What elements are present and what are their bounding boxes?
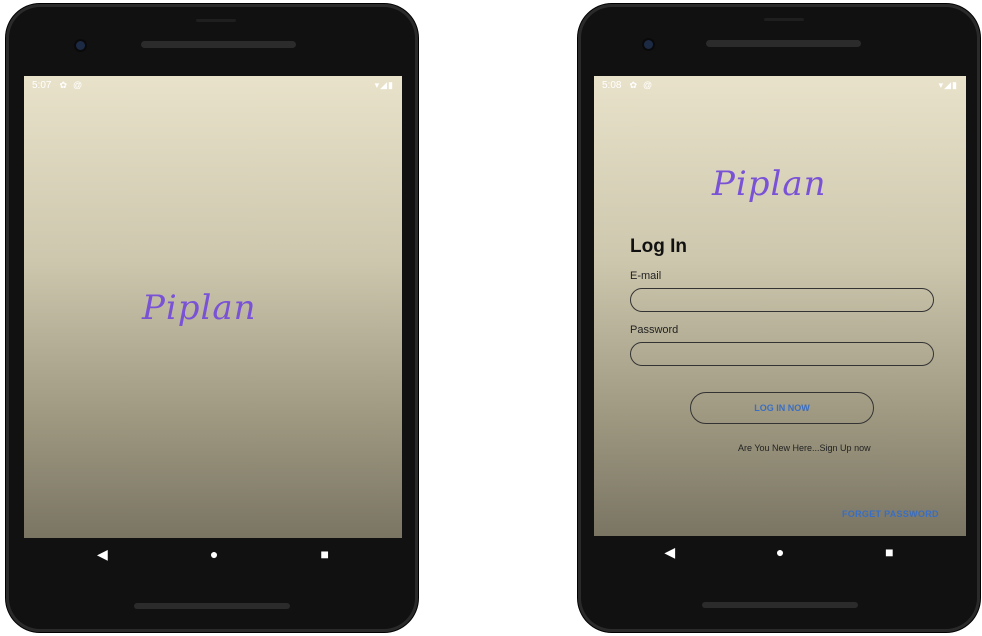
at-sign-icon: @	[643, 80, 653, 90]
password-field[interactable]	[630, 342, 934, 366]
back-icon[interactable]: ◀	[664, 544, 675, 561]
status-time: 5:08	[602, 79, 622, 91]
settings-icon: ✿	[59, 79, 68, 90]
password-label: Password	[630, 324, 679, 336]
signal-icon: ◢	[380, 79, 389, 90]
nav-bar: ◀ ● ■	[614, 536, 944, 568]
login-button[interactable]: LOG IN NOW	[690, 392, 874, 424]
email-field[interactable]	[630, 288, 934, 312]
signal-icon: ◢	[944, 79, 953, 90]
status-bar: 5:08 ✿ @ ▾◢▮	[594, 76, 966, 94]
forgot-password-link[interactable]: FORGET PASSWORD	[842, 509, 939, 519]
back-icon[interactable]: ◀	[97, 546, 108, 563]
app-logo: Piplan	[142, 288, 257, 328]
earpiece-speaker	[141, 41, 296, 48]
phone-login: 5:08 ✿ @ ▾◢▮ Piplan Log In E-mail Passwo…	[578, 4, 980, 632]
status-time: 5:07	[32, 79, 52, 91]
top-slit	[196, 19, 236, 22]
settings-icon: ✿	[629, 79, 638, 90]
status-right-icons: ▾◢▮	[939, 80, 958, 91]
front-camera	[644, 40, 653, 49]
nav-bar: ◀ ● ■	[46, 538, 380, 570]
battery-icon: ▮	[388, 79, 394, 90]
battery-icon: ▮	[952, 79, 958, 90]
bottom-speaker	[702, 602, 858, 608]
recents-icon[interactable]: ■	[320, 546, 328, 562]
recents-icon[interactable]: ■	[885, 544, 893, 560]
earpiece-speaker	[706, 40, 861, 47]
status-right-icons: ▾◢▮	[375, 80, 394, 91]
app-logo: Piplan	[712, 164, 827, 204]
login-screen: 5:08 ✿ @ ▾◢▮ Piplan Log In E-mail Passwo…	[594, 76, 966, 536]
status-bar: 5:07 ✿ @ ▾◢▮	[24, 76, 402, 94]
bottom-speaker	[134, 603, 290, 609]
top-slit	[764, 18, 804, 21]
home-icon[interactable]: ●	[210, 546, 218, 562]
splash-screen: 5:07 ✿ @ ▾◢▮ Piplan	[24, 76, 402, 538]
home-icon[interactable]: ●	[776, 544, 784, 560]
signup-link[interactable]: Are You New Here...Sign Up now	[738, 443, 871, 453]
email-label: E-mail	[630, 270, 662, 282]
at-sign-icon: @	[73, 80, 83, 90]
login-title: Log In	[630, 236, 687, 257]
phone-splash: 5:07 ✿ @ ▾◢▮ Piplan ◀ ● ■	[6, 4, 418, 632]
front-camera	[76, 41, 85, 50]
